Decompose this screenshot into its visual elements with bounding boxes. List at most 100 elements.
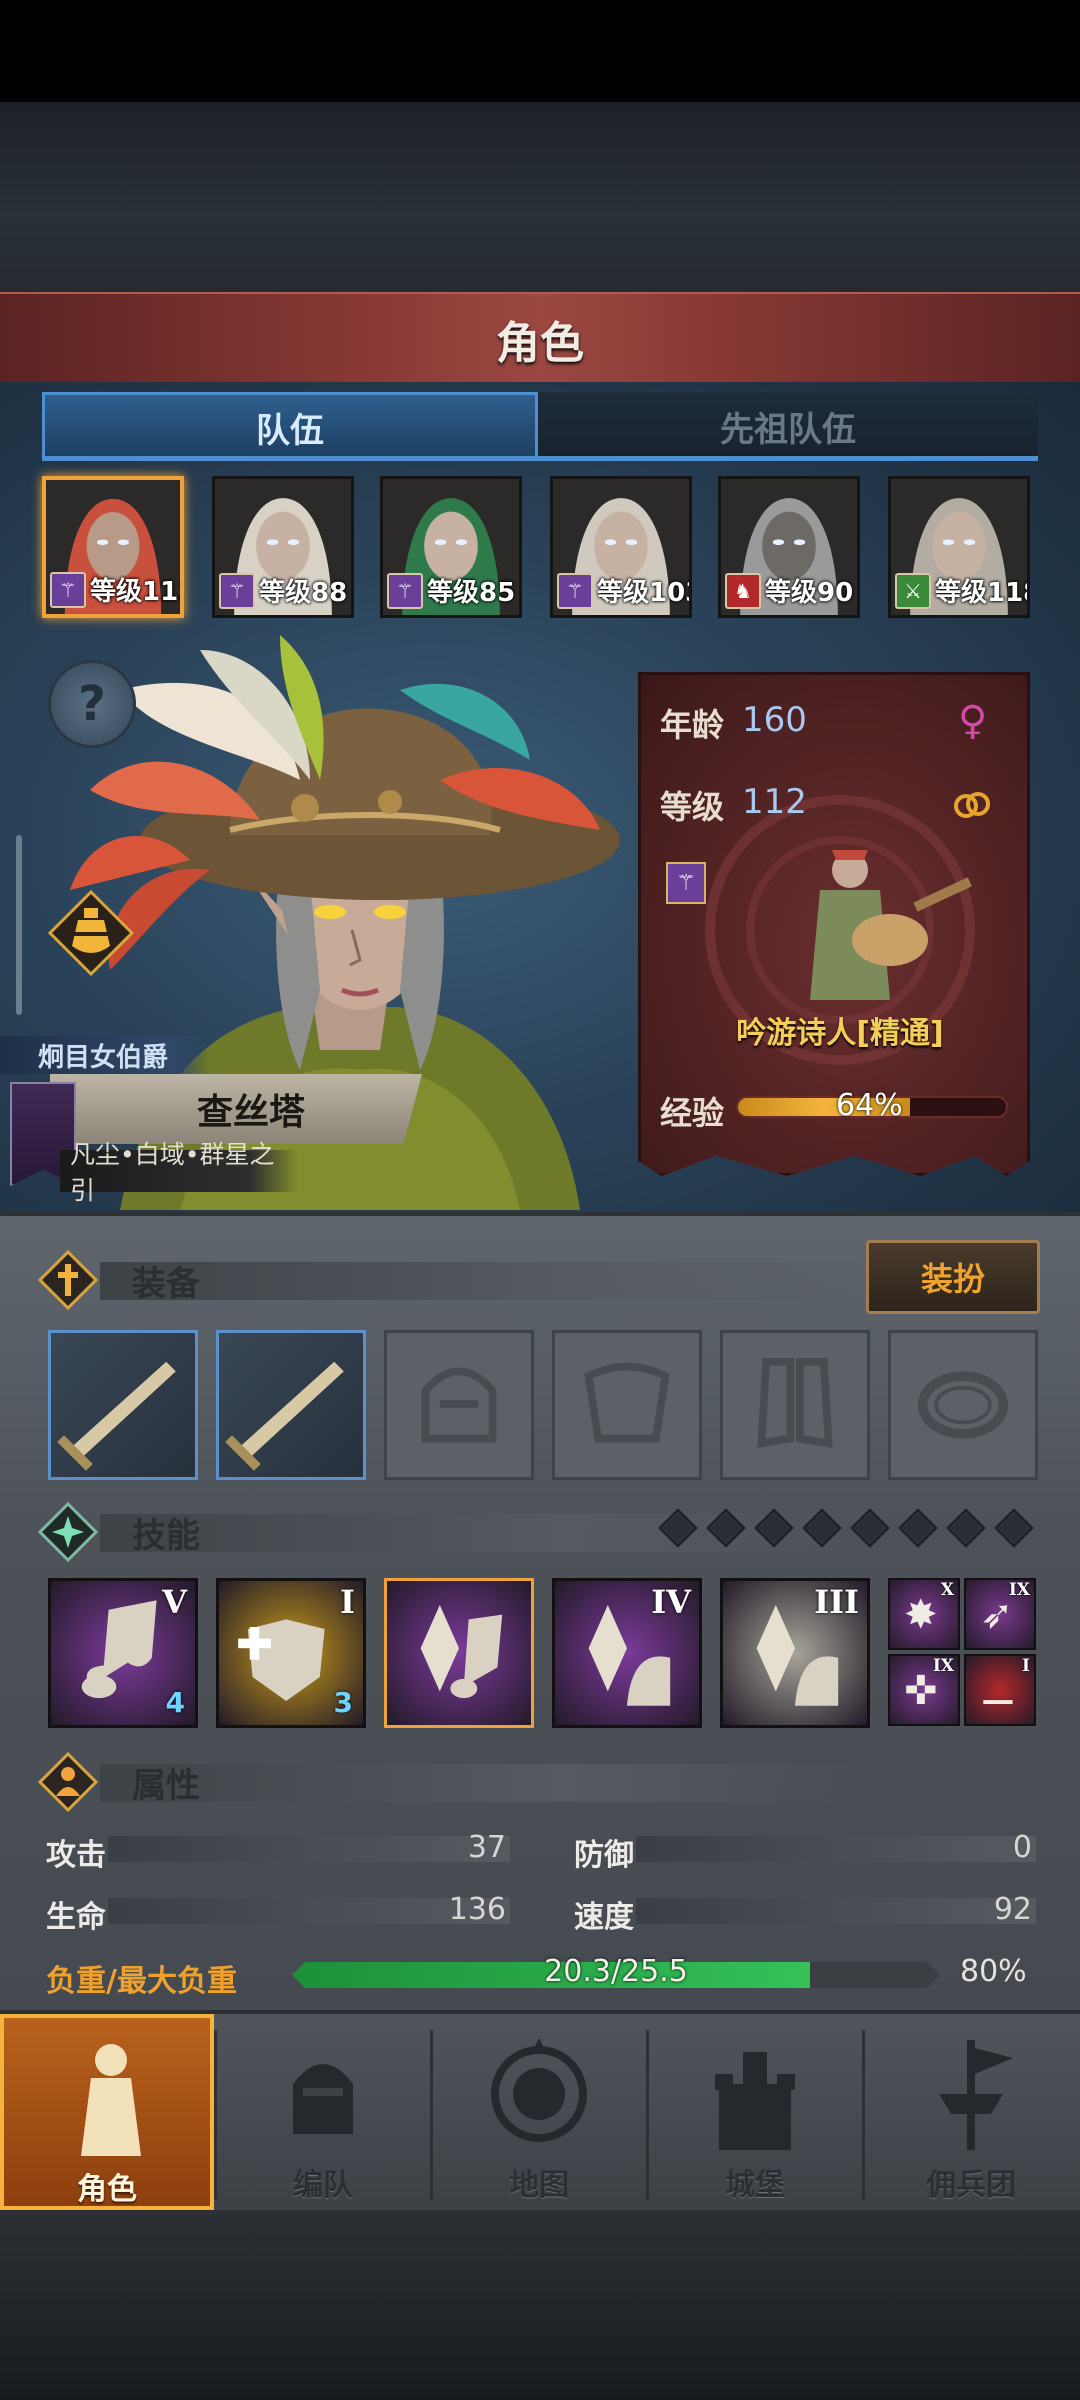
- hero-level: 等级90: [765, 578, 854, 608]
- helmet-icon: [421, 1367, 497, 1443]
- speed-value: 92: [993, 1892, 1032, 1927]
- tab-ancestor-team[interactable]: 先祖队伍: [538, 392, 1038, 460]
- exp-label: 经验: [660, 1094, 725, 1132]
- roster-hero-3[interactable]: ⚚ 等级85: [380, 476, 522, 618]
- skill-count: 3: [333, 1686, 353, 1719]
- burst-icon: ✸: [904, 1592, 938, 1638]
- nav-separator: [214, 2030, 217, 2200]
- class-wand-icon: ⚚: [666, 862, 706, 904]
- equipment-slot-boots[interactable]: [720, 1330, 870, 1480]
- nav-label: 城堡: [725, 2168, 785, 2203]
- nav-separator: [430, 2030, 433, 2200]
- origin-text: 凡尘•白域•群星之引: [70, 1140, 275, 1205]
- passive-skill-1[interactable]: ✸ X: [888, 1578, 960, 1650]
- tab-team[interactable]: 队伍: [42, 392, 538, 460]
- level-value: 112: [742, 782, 807, 822]
- skill-slot-4[interactable]: IV: [552, 1578, 702, 1728]
- equipment-slot-ring[interactable]: [888, 1330, 1038, 1480]
- roster-hero-4[interactable]: ⚚等级103: [550, 476, 692, 618]
- equipment-slot-armor[interactable]: [552, 1330, 702, 1480]
- roster-hero-6[interactable]: ⚔等级118: [888, 476, 1030, 618]
- bottom-backdrop: [0, 2210, 1080, 2400]
- nav-label: 角色: [77, 2172, 137, 2207]
- hero-level: 等级85: [427, 578, 516, 608]
- question-icon: ?: [78, 676, 106, 732]
- nav-label: 编队: [293, 2168, 353, 2203]
- defense-value: 0: [1012, 1830, 1032, 1865]
- title-banner: 角色: [0, 292, 1080, 387]
- roster-hero-5[interactable]: ♞ 等级90: [718, 476, 860, 618]
- armor-icon: [584, 1362, 670, 1443]
- bard-figure: [810, 850, 972, 1000]
- skill-slot-5[interactable]: III: [720, 1578, 870, 1728]
- rings-icon[interactable]: [952, 784, 992, 824]
- load-value: 20.3/25.5: [544, 1954, 688, 1989]
- skills-header: 技能: [30, 1498, 1040, 1568]
- nav-knight[interactable]: 角色: [0, 2014, 214, 2210]
- passive-skill-4[interactable]: ⚊ I: [964, 1654, 1036, 1726]
- boots-icon: [757, 1357, 833, 1448]
- status-bar: [0, 0, 1080, 102]
- level-label: 等级: [660, 788, 725, 826]
- title-rank-text: 炯目女伯爵: [38, 1042, 169, 1073]
- skill-rank: I: [340, 1583, 355, 1621]
- title-rank: 炯目女伯爵: [0, 1036, 210, 1074]
- age-label: 年龄: [660, 706, 725, 744]
- load-label: 负重/最大负重: [46, 1964, 237, 1999]
- name-plate[interactable]: 查丝塔: [50, 1074, 422, 1144]
- passive-skill-rank: I: [1022, 1656, 1030, 1676]
- skill-slot-3[interactable]: [384, 1578, 534, 1728]
- castle-icon: [715, 2052, 795, 2150]
- ring-icon: [917, 1371, 1009, 1439]
- tab-underline: [42, 456, 1038, 461]
- nav-separator: [862, 2030, 865, 2200]
- passive-skill-3[interactable]: ✜ IX: [888, 1654, 960, 1726]
- skill-slot-2[interactable]: I3: [216, 1578, 366, 1728]
- hero-level: 等级88: [259, 578, 348, 608]
- hero-level: 等级118: [935, 578, 1027, 608]
- nav-label: 地图: [509, 2168, 569, 2203]
- roster-hero-1[interactable]: ⚚等级112: [42, 476, 184, 618]
- attributes-header: 属性: [30, 1748, 1040, 1818]
- skill-rank: V: [162, 1583, 187, 1621]
- tab-ancestor-label: 先祖队伍: [720, 409, 856, 450]
- passive-skill-rank: IX: [932, 1656, 954, 1676]
- passive-skill-rank: X: [940, 1580, 954, 1600]
- class-wand-icon: ⚚: [557, 573, 593, 609]
- equipment-slot-sword[interactable]: [216, 1330, 366, 1480]
- side-scrollbar[interactable]: [16, 835, 22, 1015]
- class-name: 吟游诗人[精通]: [736, 1016, 944, 1051]
- nav-separator: [646, 2030, 649, 2200]
- skill-slot-1[interactable]: V4: [48, 1578, 198, 1728]
- potion-button[interactable]: [48, 890, 134, 976]
- help-button[interactable]: ?: [48, 660, 136, 748]
- sword-icon: [57, 1361, 176, 1471]
- person-icon: [38, 1752, 98, 1812]
- crystal-note-icon: [420, 1605, 503, 1699]
- load-percent: 80%: [960, 1954, 1027, 1989]
- knight-icon: [81, 2044, 141, 2156]
- dress-up-button[interactable]: 装扮: [866, 1240, 1040, 1314]
- nav-castle[interactable]: 城堡: [648, 2014, 862, 2210]
- class-sword-icon: ⚔: [895, 573, 931, 609]
- nav-helmet-group[interactable]: 编队: [216, 2014, 430, 2210]
- class-wand-icon: ⚚: [50, 572, 86, 608]
- passive-skill-2[interactable]: ➶ IX: [964, 1578, 1036, 1650]
- hp-label: 生命: [46, 1900, 106, 1935]
- hp-value: 136: [448, 1892, 506, 1927]
- equipment-slot-sword[interactable]: [48, 1330, 198, 1480]
- nav-compass-map[interactable]: 地图: [432, 2014, 646, 2210]
- equipment-slot-helmet[interactable]: [384, 1330, 534, 1480]
- page-title: 角色: [496, 318, 584, 369]
- passive-skill-rank: IX: [1008, 1580, 1030, 1600]
- class-wand-icon: ⚚: [387, 573, 423, 609]
- character-name: 查丝塔: [196, 1092, 305, 1133]
- skill-rank: III: [814, 1583, 859, 1621]
- roster-hero-2[interactable]: ⚚ 等级88: [212, 476, 354, 618]
- exp-percent: 64%: [836, 1088, 903, 1123]
- mercenary-banner-icon: [939, 2040, 1013, 2150]
- nav-mercenary-banner[interactable]: 佣兵团: [864, 2014, 1078, 2210]
- dress-up-label: 装扮: [920, 1260, 985, 1298]
- tab-team-label: 队伍: [256, 411, 324, 451]
- equipment-title: 装备: [132, 1264, 200, 1304]
